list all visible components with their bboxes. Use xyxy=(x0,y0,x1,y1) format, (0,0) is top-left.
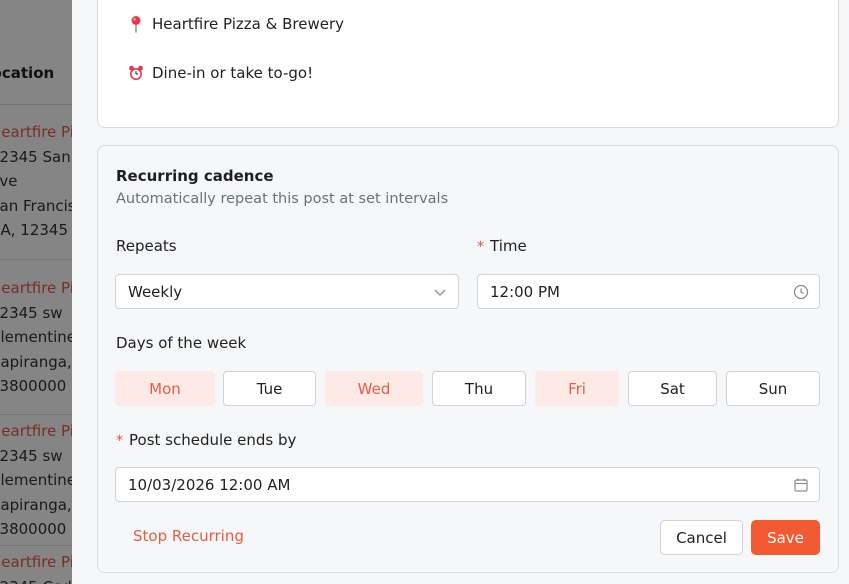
day-toggle-mon[interactable]: Mon xyxy=(115,371,215,406)
chevron-down-icon xyxy=(432,284,448,300)
days-of-week-label: Days of the week xyxy=(116,334,247,352)
post-preview-card: Heartfire Pizza & Brewery Dine-in or tak… xyxy=(97,0,839,128)
end-date-input[interactable]: 10/03/2026 12:00 AM xyxy=(115,467,820,502)
repeats-label: Repeats xyxy=(116,237,177,255)
stop-recurring-link[interactable]: Stop Recurring xyxy=(133,527,244,545)
post-editor-drawer: Heartfire Pizza & Brewery Dine-in or tak… xyxy=(72,0,849,584)
preview-line-dinein: Dine-in or take to-go! xyxy=(128,64,313,82)
drawer-scroll-gutter xyxy=(839,0,849,584)
day-toggle-thu[interactable]: Thu xyxy=(432,371,526,406)
preview-line-location: Heartfire Pizza & Brewery xyxy=(128,15,344,33)
day-toggle-tue[interactable]: Tue xyxy=(223,371,316,406)
section-subtitle: Automatically repeat this post at set in… xyxy=(116,191,449,207)
time-label: * Time xyxy=(477,237,527,255)
day-toggle-fri[interactable]: Fri xyxy=(535,371,619,406)
calendar-icon xyxy=(793,477,809,493)
day-toggle-wed[interactable]: Wed xyxy=(325,371,423,406)
clock-icon xyxy=(793,284,809,300)
ends-by-label: * Post schedule ends by xyxy=(116,431,297,449)
repeats-select[interactable]: Weekly xyxy=(115,274,459,309)
alarm-clock-icon xyxy=(128,65,144,81)
cancel-button[interactable]: Cancel xyxy=(660,520,743,555)
time-input[interactable]: 12:00 PM xyxy=(477,274,820,309)
save-button[interactable]: Save xyxy=(751,520,820,555)
section-title: Recurring cadence xyxy=(116,167,274,185)
recurring-cadence-card: Recurring cadence Automatically repeat t… xyxy=(97,145,839,573)
day-toggle-sun[interactable]: Sun xyxy=(726,371,820,406)
pin-icon xyxy=(128,15,144,33)
day-toggle-sat[interactable]: Sat xyxy=(628,371,717,406)
required-marker: * xyxy=(116,433,123,449)
required-marker: * xyxy=(477,239,484,255)
